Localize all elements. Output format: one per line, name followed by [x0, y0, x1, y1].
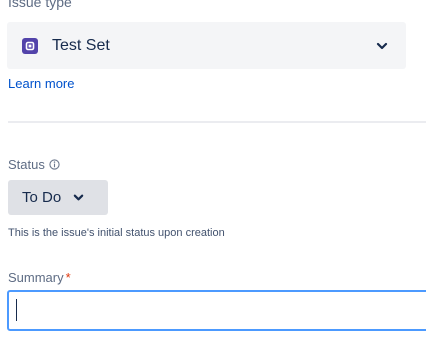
chevron-down-icon: [376, 42, 388, 49]
create-issue-form: Issue type Test Set Learn more Status To…: [0, 0, 426, 338]
status-label-text: Status: [8, 157, 45, 172]
issue-type-label: Issue type: [8, 0, 72, 10]
test-set-icon: [22, 37, 38, 54]
issue-type-value: Test Set: [52, 36, 110, 54]
section-divider: [8, 121, 426, 123]
summary-input[interactable]: [7, 290, 426, 331]
text-caret: [16, 299, 17, 321]
issue-type-select[interactable]: Test Set: [7, 22, 406, 69]
chevron-down-icon: [73, 194, 84, 201]
required-indicator: *: [65, 270, 71, 285]
status-dropdown-button[interactable]: To Do: [8, 180, 108, 215]
status-value: To Do: [22, 189, 62, 206]
learn-more-link[interactable]: Learn more: [8, 76, 74, 91]
status-label: Status: [8, 157, 60, 172]
status-help-text: This is the issue's initial status upon …: [8, 227, 225, 239]
summary-label: Summary *: [8, 270, 71, 285]
summary-label-text: Summary: [8, 270, 64, 285]
info-icon[interactable]: [49, 159, 60, 170]
